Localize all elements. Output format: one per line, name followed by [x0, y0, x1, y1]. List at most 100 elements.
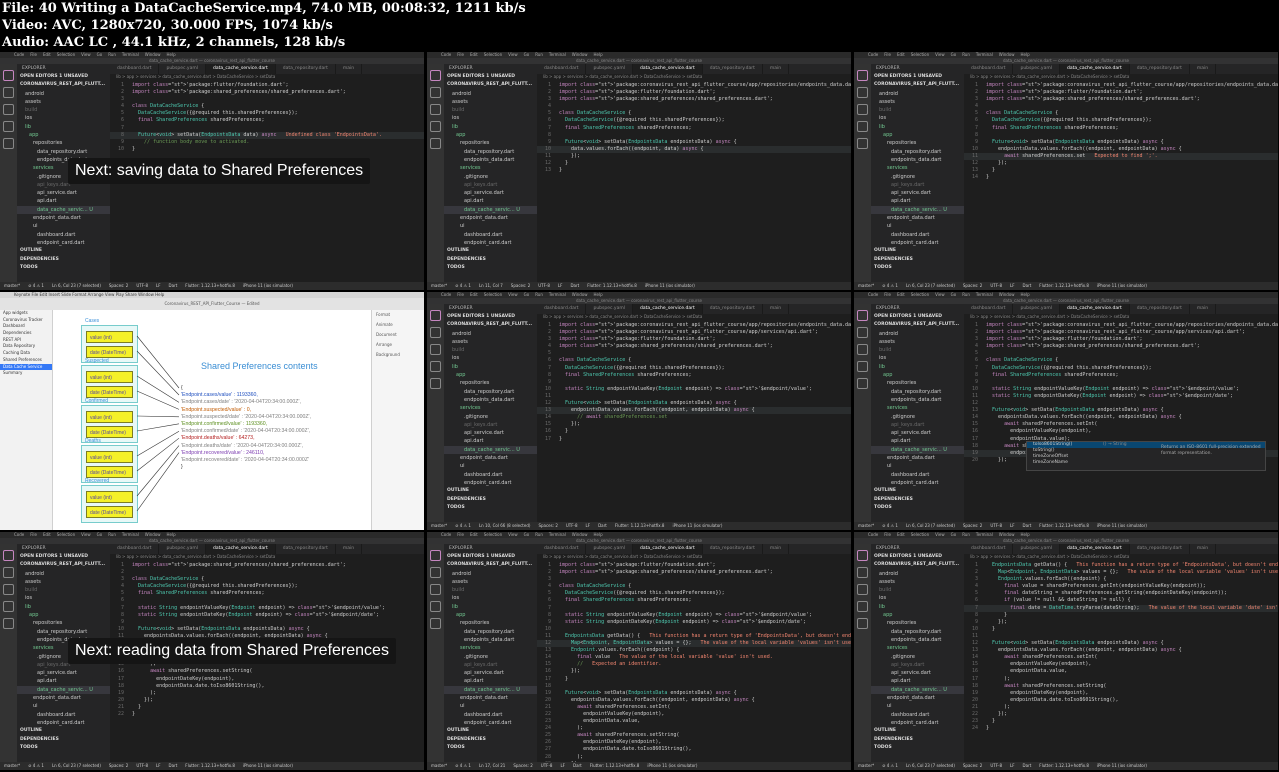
project-root[interactable]: CORONAVIRUS_REST_API_FLUTT...: [444, 561, 537, 569]
menu-item[interactable]: Code: [868, 292, 878, 297]
status-item[interactable]: Flutter: 1.12.13+hotfix.8: [615, 523, 665, 528]
menu-item[interactable]: View: [935, 292, 945, 297]
menu-item[interactable]: Selection: [484, 292, 502, 297]
file-tree-item[interactable]: assets: [444, 578, 537, 586]
file-tree-item[interactable]: build: [871, 106, 964, 114]
status-item[interactable]: Flutter: 1.12.13+hotfix.8: [1039, 283, 1089, 288]
sidebar-section[interactable]: TODOS: [871, 504, 964, 512]
menu-item[interactable]: Code: [868, 52, 878, 57]
file-tree-item[interactable]: api.dart: [871, 437, 964, 445]
file-tree-item[interactable]: data_cache_servic... U: [871, 685, 964, 695]
menu-item[interactable]: File: [30, 52, 37, 57]
source-control-icon[interactable]: [430, 104, 441, 115]
menu-item[interactable]: Terminal: [122, 52, 139, 57]
menu-item[interactable]: File: [457, 52, 464, 57]
status-item[interactable]: ⊘ 4 ⚠ 1: [882, 523, 898, 528]
file-tree-item[interactable]: services: [444, 164, 537, 172]
file-tree-item[interactable]: api_keys.dart: [444, 661, 537, 669]
menu-item[interactable]: Go: [97, 52, 103, 57]
file-tree-item[interactable]: ios: [444, 594, 537, 602]
editor-tab[interactable]: data_cache_service.dart: [205, 64, 276, 74]
file-tree-item[interactable]: ios: [444, 114, 537, 122]
menu-item[interactable]: Code: [441, 532, 451, 537]
code-editor[interactable]: dashboard.dart pubspec.yaml data_cache_ser…: [964, 544, 1278, 762]
status-item[interactable]: Spaces: 2: [109, 283, 128, 288]
status-item[interactable]: Dart: [570, 283, 579, 288]
file-tree-item[interactable]: ui: [17, 222, 110, 230]
file-tree-item[interactable]: data_repository.dart: [444, 628, 537, 636]
inspector-item[interactable]: Document: [372, 330, 424, 340]
file-tree-item[interactable]: dashboard.dart: [17, 231, 110, 239]
menu-item[interactable]: Run: [535, 52, 543, 57]
explorer-icon[interactable]: [430, 310, 441, 321]
file-tree-item[interactable]: build: [17, 586, 110, 594]
file-tree-item[interactable]: android: [17, 570, 110, 578]
file-tree-item[interactable]: api_service.dart: [871, 189, 964, 197]
file-tree-item[interactable]: endpoint_card.dart: [17, 719, 110, 727]
source-control-icon[interactable]: [3, 584, 14, 595]
menu-item[interactable]: Edit: [470, 292, 478, 297]
sidebar-section[interactable]: OUTLINE: [17, 727, 110, 735]
sidebar-section[interactable]: TODOS: [444, 744, 537, 752]
file-tree-item[interactable]: endpoint_data.dart: [17, 694, 110, 702]
sidebar-section[interactable]: TODOS: [444, 264, 537, 272]
menu-item[interactable]: Window: [999, 532, 1015, 537]
status-item[interactable]: LF: [156, 763, 161, 768]
status-item[interactable]: master*: [858, 283, 874, 288]
extensions-icon[interactable]: [430, 378, 441, 389]
file-tree-item[interactable]: assets: [17, 578, 110, 586]
debug-icon[interactable]: [430, 361, 441, 372]
file-tree-item[interactable]: api_service.dart: [444, 429, 537, 437]
search-icon[interactable]: [857, 87, 868, 98]
file-tree-item[interactable]: data_cache_servic... U: [444, 205, 537, 215]
source-control-icon[interactable]: [857, 344, 868, 355]
editor-tab[interactable]: data_repository.dart: [703, 64, 763, 74]
explorer-icon[interactable]: [3, 70, 14, 81]
status-item[interactable]: master*: [431, 523, 447, 528]
status-item[interactable]: Ln 6, Col 23 (7 selected): [52, 283, 101, 288]
file-tree-item[interactable]: repositories: [871, 139, 964, 147]
menu-item[interactable]: Selection: [484, 532, 502, 537]
editor-tab[interactable]: data_cache_service.dart: [1059, 64, 1130, 74]
file-tree-item[interactable]: ui: [871, 462, 964, 470]
file-tree-item[interactable]: repositories: [871, 379, 964, 387]
project-root[interactable]: CORONAVIRUS_REST_API_FLUTT...: [871, 81, 964, 89]
menu-item[interactable]: Help: [594, 532, 603, 537]
menu-item[interactable]: Edit: [43, 532, 51, 537]
file-tree-item[interactable]: data_repository.dart: [871, 148, 964, 156]
status-item[interactable]: master*: [431, 283, 447, 288]
file-tree-item[interactable]: lib: [17, 123, 110, 131]
editor-tab[interactable]: main: [336, 64, 363, 74]
status-item[interactable]: LF: [1010, 283, 1015, 288]
editor-tab[interactable]: data_cache_service.dart: [632, 64, 703, 74]
open-editors-header[interactable]: OPEN EDITORS 1 UNSAVED: [17, 73, 110, 81]
sidebar-section[interactable]: TODOS: [871, 264, 964, 272]
editor-tab[interactable]: pubspec.yaml: [1013, 304, 1060, 314]
file-tree-item[interactable]: endpoints_data.dart: [871, 396, 964, 404]
status-item[interactable]: Dart: [1023, 763, 1032, 768]
editor-tab[interactable]: data_repository.dart: [1130, 304, 1190, 314]
project-root[interactable]: CORONAVIRUS_REST_API_FLUTT...: [444, 81, 537, 89]
menu-item[interactable]: Edit: [897, 532, 905, 537]
file-tree-item[interactable]: app: [17, 611, 110, 619]
menu-item[interactable]: Go: [951, 292, 957, 297]
file-tree-item[interactable]: endpoint_card.dart: [17, 239, 110, 247]
search-icon[interactable]: [857, 567, 868, 578]
file-tree-item[interactable]: dashboard.dart: [444, 231, 537, 239]
sidebar-section[interactable]: DEPENDENCIES: [444, 256, 537, 264]
editor-tab[interactable]: dashboard.dart: [537, 304, 587, 314]
status-item[interactable]: UTF-8: [990, 763, 1002, 768]
slide-thumbnail[interactable]: Coronavirus Tracker: [0, 317, 52, 324]
menu-item[interactable]: Selection: [911, 52, 929, 57]
sidebar-section[interactable]: OUTLINE: [444, 487, 537, 495]
file-tree-item[interactable]: lib: [444, 603, 537, 611]
file-tree-item[interactable]: endpoints_data.dart: [444, 636, 537, 644]
menu-item[interactable]: Window: [145, 52, 161, 57]
status-item[interactable]: master*: [431, 763, 447, 768]
code-editor[interactable]: dashboard.dart pubspec.yaml data_cache_ser…: [964, 64, 1278, 282]
file-tree-item[interactable]: app: [444, 611, 537, 619]
status-item[interactable]: iPhone 11 (ios simulator): [647, 763, 697, 768]
file-tree-item[interactable]: services: [871, 404, 964, 412]
explorer-icon[interactable]: [857, 70, 868, 81]
sidebar-section[interactable]: DEPENDENCIES: [871, 736, 964, 744]
